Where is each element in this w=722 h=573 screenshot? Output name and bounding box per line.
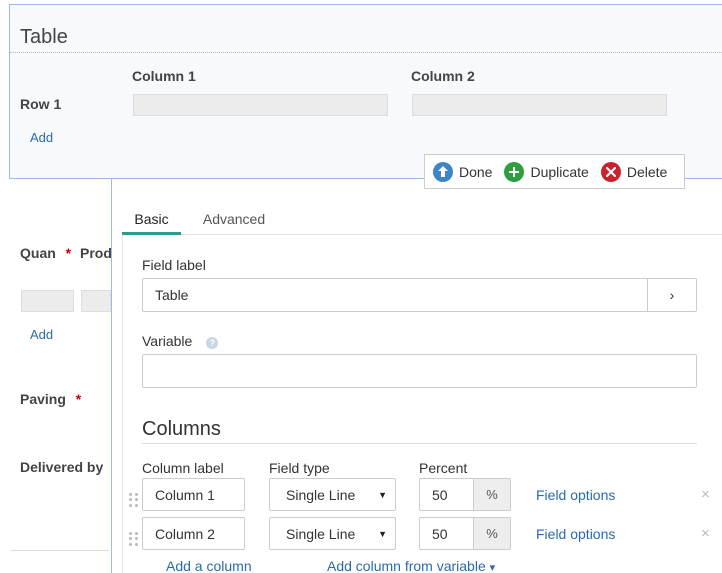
arrow-up-circle-icon (433, 161, 453, 182)
percent-input[interactable]: 50 (419, 478, 474, 511)
table-column-header-1: Column 1 (132, 68, 196, 84)
percent-addon: % (474, 478, 511, 511)
add-column-from-variable-link[interactable]: Add column from variable ▾ (327, 558, 495, 573)
duplicate-button[interactable]: Duplicate (504, 161, 589, 182)
product-label: Prod (80, 245, 112, 261)
field-type-select[interactable]: Single Line ▼ (269, 517, 396, 550)
field-label-title: Field label (142, 257, 206, 273)
column-label-input[interactable]: Column 2 (142, 517, 245, 550)
bottom-divider (10, 550, 110, 551)
product-cell[interactable] (81, 290, 111, 312)
title-divider (10, 52, 722, 53)
x-circle-icon (600, 161, 621, 182)
delete-label: Delete (626, 163, 668, 180)
delivered-by-label: Delivered by (20, 459, 104, 475)
percent-value: 50 (432, 486, 448, 503)
delete-button[interactable]: Delete (600, 161, 668, 182)
columns-section-divider (142, 443, 697, 444)
quantity-label: Quan * (20, 245, 72, 261)
paving-label: Paving * (20, 391, 82, 407)
table-row-label: Row 1 (20, 96, 62, 112)
field-type-select[interactable]: Single Line ▼ (269, 478, 396, 511)
column-label-value: Column 1 (155, 486, 215, 503)
field-label-input[interactable]: Table (142, 278, 648, 312)
percent-group: 50 % (419, 478, 511, 511)
done-button[interactable]: Done (433, 161, 493, 182)
required-marker: * (75, 391, 82, 407)
field-options-link[interactable]: Field options (536, 487, 615, 503)
columns-section-title: Columns (142, 418, 221, 440)
column-label-header: Column label (142, 460, 224, 476)
add-from-variable-label: Add column from variable (327, 558, 486, 573)
percent-header: Percent (419, 460, 468, 476)
add-column-link[interactable]: Add a column (166, 558, 252, 573)
column-label-value: Column 2 (155, 525, 215, 542)
field-label-expand-button[interactable]: › (647, 278, 697, 312)
table-cell-1[interactable] (133, 94, 388, 116)
variable-input[interactable] (142, 354, 697, 388)
field-type-value: Single Line (286, 486, 356, 503)
field-type-value: Single Line (286, 525, 356, 542)
remove-column-icon[interactable]: × (701, 486, 710, 503)
field-options-link[interactable]: Field options (536, 526, 615, 542)
field-action-bar: Done Duplicate Delete (424, 154, 685, 189)
form-title: Table (20, 26, 68, 48)
tab-basic[interactable]: Basic (122, 205, 181, 235)
form-frame (9, 4, 722, 179)
required-marker: * (65, 245, 72, 261)
tab-advanced[interactable]: Advanced (200, 205, 268, 235)
percent-input[interactable]: 50 (419, 517, 474, 550)
table-column-header-2: Column 2 (411, 68, 475, 84)
add-row-link[interactable]: Add (30, 130, 53, 145)
field-label-value: Table (155, 287, 189, 303)
chevron-right-icon: › (669, 287, 675, 303)
remove-column-icon[interactable]: × (701, 525, 710, 542)
column-label-input[interactable]: Column 1 (142, 478, 245, 511)
drag-handle-icon[interactable] (129, 532, 139, 546)
quantity-cell[interactable] (21, 290, 74, 312)
table-cell-2[interactable] (412, 94, 667, 116)
field-type-header: Field type (269, 460, 330, 476)
percent-value: 50 (432, 525, 448, 542)
percent-addon: % (474, 517, 511, 550)
drag-handle-icon[interactable] (129, 493, 139, 507)
variable-title: Variable ? (142, 333, 219, 349)
add-row-link-2[interactable]: Add (30, 327, 53, 342)
caret-down-icon: ▾ (489, 562, 496, 573)
dropdown-caret-icon: ▼ (378, 528, 387, 539)
done-label: Done (459, 163, 493, 180)
plus-circle-icon (504, 161, 525, 182)
dropdown-caret-icon: ▼ (378, 489, 387, 500)
help-icon[interactable]: ? (206, 337, 219, 349)
editor-tabs: Basic Advanced (122, 205, 722, 235)
percent-group: 50 % (419, 517, 511, 550)
duplicate-label: Duplicate (530, 163, 589, 180)
